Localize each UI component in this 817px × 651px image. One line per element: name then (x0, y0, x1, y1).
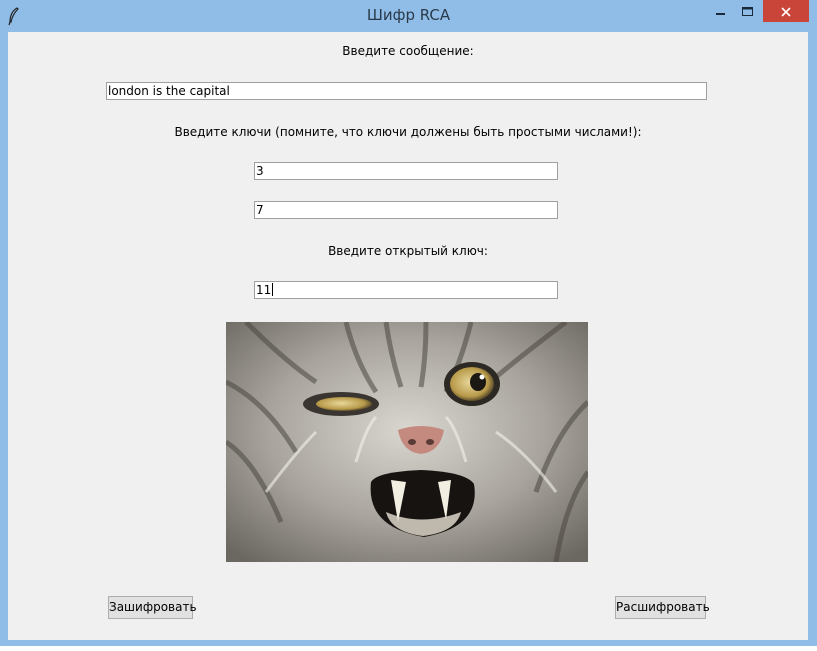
close-icon (781, 2, 791, 21)
message-input[interactable]: london is the capital (106, 82, 707, 100)
encrypt-button[interactable]: Зашифровать (108, 596, 197, 619)
open-key-label: Введите открытый ключ: (328, 244, 488, 258)
minimize-icon (715, 2, 726, 21)
title-bar[interactable]: Шифр RCA (0, 0, 817, 32)
open-key-input[interactable]: 11 (254, 281, 558, 299)
decrypt-button[interactable]: Расшифровать (615, 596, 710, 619)
maximize-icon (742, 2, 753, 21)
text-caret (272, 283, 274, 296)
maximize-button[interactable] (734, 0, 761, 22)
key1-input[interactable]: 3 (254, 162, 558, 180)
cat-image (226, 322, 588, 562)
message-label: Введите сообщение: (342, 44, 474, 58)
keys-label: Введите ключи (помните, что ключи должен… (174, 125, 642, 139)
key2-input[interactable]: 7 (254, 201, 558, 219)
minimize-button[interactable] (707, 0, 734, 22)
main-panel: Введите сообщение: london is the capital… (8, 32, 808, 640)
window-title: Шифр RCA (366, 6, 451, 24)
app-window: Шифр RCA Введите сообщение: london is th… (0, 0, 817, 646)
open-key-value: 11 (256, 283, 272, 297)
close-button[interactable] (763, 0, 809, 22)
